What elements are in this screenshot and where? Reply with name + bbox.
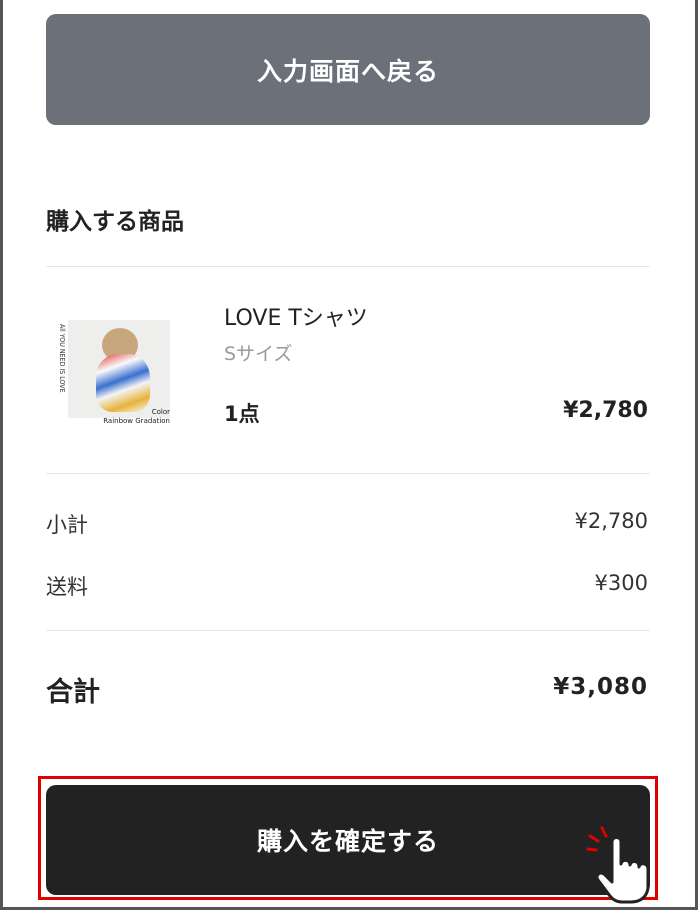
back-to-input-button[interactable]: 入力画面へ戻る bbox=[46, 14, 650, 125]
subtotal-value: ¥2,780 bbox=[574, 509, 648, 533]
shipping-value: ¥300 bbox=[594, 571, 648, 595]
product-photo bbox=[68, 320, 170, 418]
product-image-side-text: All YOU NEED IS LOVE bbox=[58, 324, 66, 393]
product-image-color-label: Color Rainbow Gradation bbox=[103, 408, 170, 425]
shipping-label: 送料 bbox=[46, 575, 88, 599]
subtotal-label: 小計 bbox=[46, 513, 88, 537]
product-quantity: 1点 bbox=[224, 402, 260, 426]
product-price: ¥2,780 bbox=[563, 398, 648, 423]
confirm-purchase-label: 購入を確定する bbox=[256, 827, 439, 856]
section-title: 購入する商品 bbox=[46, 209, 184, 235]
confirm-purchase-button[interactable]: 購入を確定する bbox=[46, 785, 650, 895]
product-size: Sサイズ bbox=[224, 343, 293, 365]
divider bbox=[46, 266, 650, 267]
divider bbox=[46, 473, 650, 474]
total-label: 合計 bbox=[46, 677, 100, 708]
pointing-hand-icon bbox=[586, 826, 650, 904]
dog-shirt-shape bbox=[96, 354, 150, 412]
product-image: All YOU NEED IS LOVE Color Rainbow Grada… bbox=[54, 316, 172, 425]
divider bbox=[46, 630, 650, 631]
back-to-input-label: 入力画面へ戻る bbox=[256, 56, 439, 86]
product-name: LOVE Tシャツ bbox=[224, 306, 368, 331]
screen-frame bbox=[0, 0, 698, 910]
total-value: ¥3,080 bbox=[553, 674, 648, 700]
